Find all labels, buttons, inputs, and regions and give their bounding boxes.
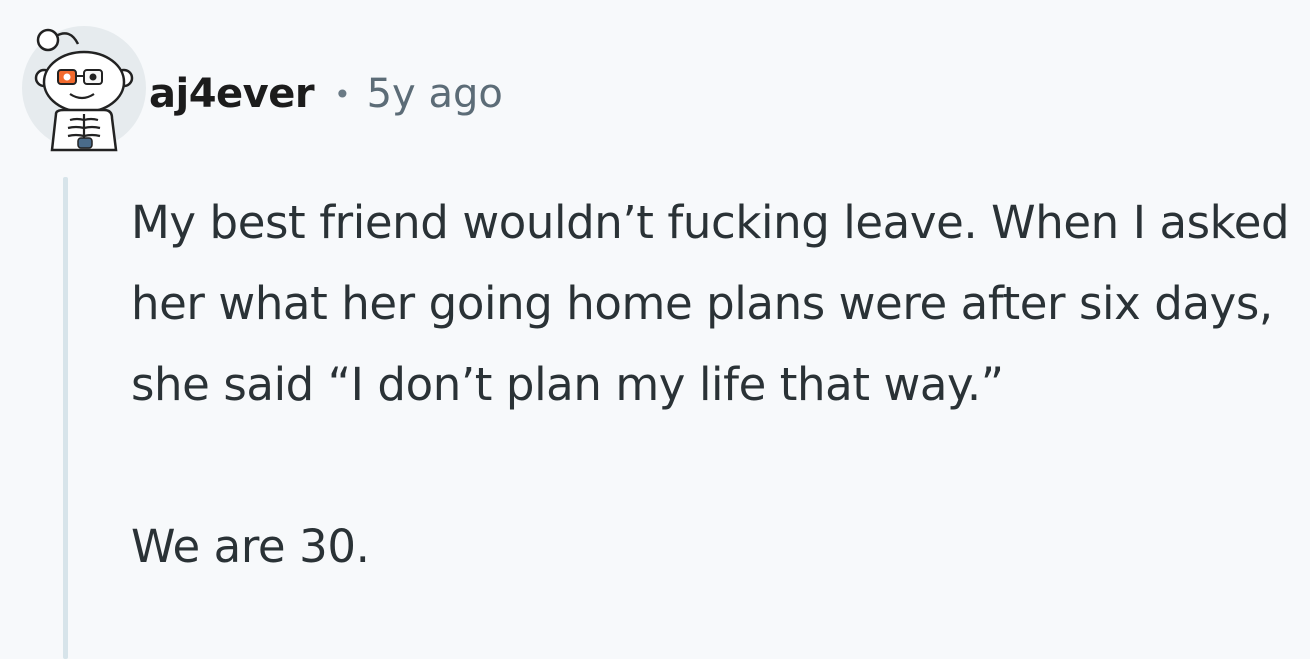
user-avatar-icon[interactable] (20, 22, 148, 152)
meta-separator: • (334, 77, 351, 111)
comment-paragraph: We are 30. (131, 520, 370, 573)
thread-line[interactable] (63, 177, 68, 659)
comment-body: My best friend wouldn’t fucking leave. W… (131, 182, 1301, 587)
comment-paragraph: My best friend wouldn’t fucking leave. W… (131, 196, 1290, 411)
comment-meta: aj4ever • 5y ago (149, 66, 503, 122)
username-link[interactable]: aj4ever (149, 71, 315, 117)
comment-card: aj4ever • 5y ago My best friend wouldn’t… (0, 0, 1310, 659)
timestamp[interactable]: 5y ago (367, 71, 503, 117)
